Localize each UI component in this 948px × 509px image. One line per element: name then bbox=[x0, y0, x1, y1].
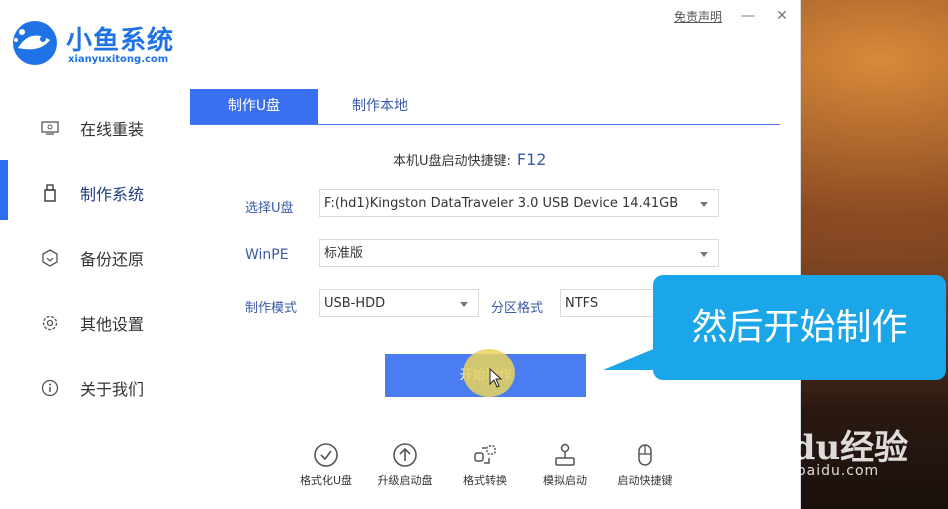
upgrade-arrow-icon bbox=[365, 440, 445, 470]
chevron-down-icon bbox=[700, 252, 708, 257]
sidebar-item-label: 在线重装 bbox=[80, 119, 145, 139]
chevron-down-icon bbox=[460, 302, 468, 307]
winpe-select-value: 标准版 bbox=[324, 246, 364, 261]
backup-icon bbox=[40, 248, 60, 268]
fish-logo-icon bbox=[13, 21, 57, 65]
sidebar-item-label: 备份还原 bbox=[80, 249, 145, 269]
sidebar-item-about-us[interactable]: 关于我们 bbox=[0, 355, 180, 420]
usb-select[interactable]: F:(hd1)Kingston DataTraveler 3.0 USB Dev… bbox=[319, 189, 719, 217]
tool-label: 格式化U盘 bbox=[299, 474, 353, 487]
tutorial-callout: 然后开始制作 bbox=[653, 275, 946, 380]
mouse-icon bbox=[605, 440, 685, 470]
hotkey-info: 本机U盘启动快捷键: F12 bbox=[393, 150, 546, 169]
app-window: 小鱼系统 xianyuxitong.com 免责声明 — ✕ 在线重装 制作系统… bbox=[0, 0, 801, 509]
usb-select-label: 选择U盘 bbox=[245, 201, 294, 216]
tool-upgrade-bootdisk[interactable]: 升级启动盘 bbox=[365, 440, 445, 488]
tool-label: 格式转换 bbox=[463, 474, 507, 487]
hotkey-value: F12 bbox=[516, 150, 547, 169]
brand-name: 小鱼系统 bbox=[66, 26, 175, 56]
mode-select-value: USB-HDD bbox=[324, 296, 386, 311]
usb-select-value: F:(hd1)Kingston DataTraveler 3.0 USB Dev… bbox=[324, 196, 679, 211]
sidebar-item-make-system[interactable]: 制作系统 bbox=[0, 160, 180, 225]
tool-label: 模拟启动 bbox=[543, 474, 587, 487]
tab-bar: 制作U盘 制作本地 bbox=[190, 89, 780, 125]
sidebar-item-online-reinstall[interactable]: 在线重装 bbox=[0, 95, 180, 160]
convert-icon bbox=[445, 440, 525, 470]
tool-label: 升级启动盘 bbox=[377, 474, 433, 487]
window-controls: 免责声明 — ✕ bbox=[674, 6, 790, 26]
tool-format-usb[interactable]: 格式化U盘 bbox=[286, 440, 366, 488]
usb-drive-icon bbox=[40, 183, 60, 203]
tab-make-usb[interactable]: 制作U盘 bbox=[190, 89, 318, 124]
sidebar-item-label: 关于我们 bbox=[80, 379, 145, 399]
brand-domain: xianyuxitong.com bbox=[68, 54, 169, 65]
winpe-select[interactable]: 标准版 bbox=[319, 239, 719, 267]
tool-label: 启动快捷键 bbox=[617, 474, 673, 487]
tool-bar: 格式化U盘 升级启动盘 格式转换 模拟启动 启动快捷键 bbox=[286, 440, 716, 495]
watermark-sub: jingyan.baidu.com bbox=[733, 463, 880, 479]
tool-format-convert[interactable]: 格式转换 bbox=[445, 440, 525, 488]
partition-label: 分区格式 bbox=[491, 301, 544, 316]
mode-select[interactable]: USB-HDD bbox=[319, 289, 479, 317]
mouse-cursor-icon bbox=[489, 368, 503, 388]
mode-label: 制作模式 bbox=[245, 301, 298, 316]
sidebar-item-label: 制作系统 bbox=[80, 184, 145, 204]
info-icon bbox=[40, 378, 60, 398]
gear-icon bbox=[40, 313, 60, 333]
watermark-title: Baidu经验 bbox=[728, 428, 909, 468]
winpe-label: WinPE bbox=[245, 247, 289, 263]
chevron-down-icon bbox=[700, 202, 708, 207]
tool-boot-hotkey[interactable]: 启动快捷键 bbox=[605, 440, 685, 488]
hotkey-label: 本机U盘启动快捷键: bbox=[393, 154, 511, 169]
app-logo: 小鱼系统 xianyuxitong.com bbox=[10, 14, 210, 74]
joystick-icon bbox=[525, 440, 605, 470]
baidu-watermark: Baidu经验 jingyan.baidu.com bbox=[728, 405, 943, 485]
sidebar-item-backup-restore[interactable]: 备份还原 bbox=[0, 225, 180, 290]
monitor-icon bbox=[40, 118, 60, 138]
partition-select-value: NTFS bbox=[565, 296, 599, 311]
tab-make-local[interactable]: 制作本地 bbox=[330, 89, 430, 124]
disclaimer-link[interactable]: 免责声明 bbox=[674, 8, 722, 25]
sidebar-item-label: 其他设置 bbox=[80, 314, 145, 334]
minimize-icon[interactable]: — bbox=[740, 8, 756, 24]
tool-simulate-boot[interactable]: 模拟启动 bbox=[525, 440, 605, 488]
check-circle-icon bbox=[286, 440, 366, 470]
sidebar-item-other-settings[interactable]: 其他设置 bbox=[0, 290, 180, 355]
close-icon[interactable]: ✕ bbox=[774, 8, 790, 24]
sidebar: 在线重装 制作系统 备份还原 其他设置 关于我们 bbox=[0, 95, 180, 420]
